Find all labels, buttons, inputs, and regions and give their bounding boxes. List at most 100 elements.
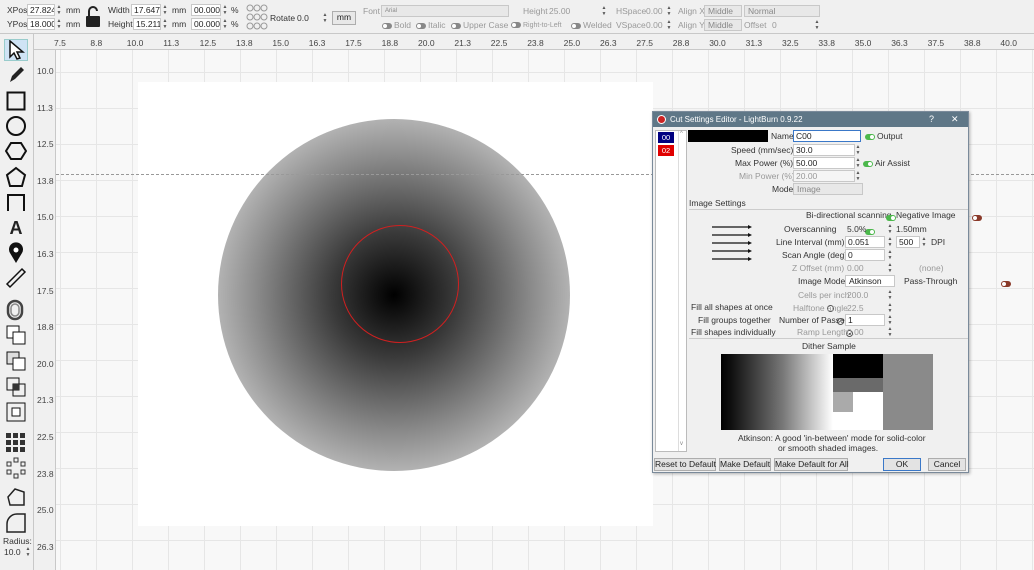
cells-spinner[interactable]: ▲ ▼: [887, 289, 893, 301]
lock-icon[interactable]: [85, 6, 101, 28]
ramp-spinner[interactable]: ▲ ▼: [887, 326, 893, 338]
layer-item-02[interactable]: 02: [658, 145, 674, 156]
selected-circle[interactable]: [341, 225, 459, 343]
cancel-button[interactable]: Cancel: [928, 458, 966, 471]
cells-value[interactable]: 200.0: [847, 290, 868, 301]
ramp-value[interactable]: 0.00: [847, 327, 864, 338]
dpi-spinner[interactable]: ▲ ▼: [921, 236, 927, 248]
height-field[interactable]: 15.211: [133, 18, 161, 30]
layer-list[interactable]: 00 02 ^ v: [655, 130, 687, 452]
reset-default-button[interactable]: Reset to Default: [654, 458, 716, 471]
air-assist-toggle[interactable]: Air Assist: [863, 158, 910, 169]
radius-value[interactable]: 10.0: [4, 547, 21, 558]
line-interval-field[interactable]: 0.051: [845, 236, 885, 248]
node-edit-icon[interactable]: [4, 486, 28, 508]
polygon-icon[interactable]: [4, 140, 28, 162]
text-height-spinner[interactable]: ▲ ▼: [601, 5, 607, 17]
speed-field[interactable]: 30.0: [793, 144, 855, 156]
rotate-value[interactable]: 0.0: [297, 13, 309, 24]
width-spinner[interactable]: ▲ ▼: [162, 4, 168, 16]
xpos-field[interactable]: 27.824: [27, 4, 55, 16]
vspace-spinner[interactable]: ▲ ▼: [666, 19, 672, 31]
boolean-union-icon[interactable]: [4, 324, 28, 346]
italic-toggle[interactable]: Italic: [416, 20, 445, 31]
text-height-value[interactable]: 25.00: [549, 6, 570, 17]
make-default-button[interactable]: Make Default: [719, 458, 771, 471]
welded-toggle[interactable]: Welded: [571, 20, 612, 31]
output-toggle[interactable]: Output: [865, 131, 903, 142]
hspace-spinner[interactable]: ▲ ▼: [666, 5, 672, 17]
location-pin-icon[interactable]: [4, 242, 28, 264]
mode-select[interactable]: Image: [793, 183, 863, 195]
circular-array-icon[interactable]: [4, 457, 28, 479]
pass-through-toggle[interactable]: [1000, 280, 1011, 287]
speed-spinner[interactable]: ▲ ▼: [855, 144, 861, 156]
line-interval-spinner[interactable]: ▲ ▼: [887, 236, 893, 248]
z-offset-value[interactable]: 0.00: [847, 263, 864, 274]
ellipse-icon[interactable]: [4, 115, 28, 137]
radius-spinner[interactable]: ▲ ▼: [25, 546, 31, 558]
min-power-field[interactable]: 20.00: [793, 170, 855, 182]
scale-width-field[interactable]: 00.000: [191, 4, 221, 16]
overscan-spinner[interactable]: ▲ ▼: [887, 223, 893, 235]
text-mode-select[interactable]: Normal: [744, 5, 820, 17]
scale-height-spinner[interactable]: ▲ ▼: [222, 18, 228, 30]
scale-height-field[interactable]: 00.000: [191, 18, 221, 30]
boolean-intersect-icon[interactable]: [4, 376, 28, 398]
layer-color-swatch[interactable]: [688, 130, 768, 142]
rotate-spinner[interactable]: ▲ ▼: [322, 12, 328, 24]
bidir-toggle[interactable]: [886, 214, 896, 221]
make-default-all-button[interactable]: Make Default for All: [774, 458, 849, 471]
width-field[interactable]: 17.647: [131, 4, 161, 16]
z-offset-spinner[interactable]: ▲ ▼: [887, 262, 893, 274]
units-toggle-button[interactable]: mm: [332, 11, 356, 25]
scroll-down-icon[interactable]: v: [680, 441, 683, 447]
offset-icon[interactable]: [4, 299, 28, 321]
max-power-spinner[interactable]: ▲ ▼: [855, 157, 861, 169]
corner-icon[interactable]: [4, 512, 28, 534]
close-icon[interactable]: ✕: [951, 112, 959, 127]
passes-field[interactable]: 1: [845, 314, 885, 326]
dpi-field[interactable]: 500: [896, 236, 920, 248]
halftone-spinner[interactable]: ▲ ▼: [887, 302, 893, 314]
scan-angle-spinner[interactable]: ▲ ▼: [887, 249, 893, 261]
halftone-value[interactable]: 22.5: [847, 303, 864, 314]
select-icon[interactable]: [4, 39, 28, 61]
align-x-select[interactable]: Middle: [704, 5, 742, 17]
bold-toggle[interactable]: Bold: [382, 20, 411, 31]
layer-item-00[interactable]: 00: [658, 132, 674, 143]
rectangle-icon[interactable]: [4, 90, 28, 112]
text-icon[interactable]: A: [4, 217, 28, 239]
offset-value[interactable]: 0: [772, 20, 777, 31]
bracket-icon[interactable]: [4, 192, 28, 214]
passes-spinner[interactable]: ▲ ▼: [887, 314, 893, 326]
max-power-field[interactable]: 50.00: [793, 157, 855, 169]
help-icon[interactable]: ?: [929, 112, 934, 127]
boolean-subtract-icon[interactable]: [4, 350, 28, 372]
xpos-spinner[interactable]: ▲ ▼: [56, 4, 62, 16]
height-spinner[interactable]: ▲ ▼: [162, 18, 168, 30]
pencil-icon[interactable]: [4, 64, 28, 86]
measure-icon[interactable]: [4, 267, 28, 289]
font-select[interactable]: Arial: [381, 5, 509, 17]
offset-spinner[interactable]: ▲ ▼: [814, 19, 820, 31]
scan-angle-field[interactable]: 0: [845, 249, 885, 261]
layer-scrollbar[interactable]: ^ v: [678, 131, 686, 451]
vspace-value[interactable]: 0.00: [646, 20, 663, 31]
name-field[interactable]: C00: [793, 130, 861, 142]
hspace-value[interactable]: 0.00: [646, 6, 663, 17]
scale-width-spinner[interactable]: ▲ ▼: [222, 4, 228, 16]
ypos-spinner[interactable]: ▲ ▼: [56, 18, 62, 30]
upper-case-toggle[interactable]: Upper Case: [451, 20, 508, 31]
overscan-value[interactable]: 5.0%: [847, 224, 866, 235]
scroll-up-icon[interactable]: ^: [680, 131, 683, 137]
pentagon-icon[interactable]: [4, 166, 28, 188]
ok-button[interactable]: OK: [883, 458, 921, 471]
align-y-select[interactable]: Middle: [704, 19, 742, 31]
ypos-field[interactable]: 18.000: [27, 18, 55, 30]
min-power-spinner[interactable]: ▲ ▼: [855, 170, 861, 182]
dialog-titlebar[interactable]: Cut Settings Editor - LightBurn 0.9.22 ?…: [653, 112, 968, 127]
anchor-grid-icon[interactable]: [246, 4, 268, 30]
weld-icon[interactable]: [4, 401, 28, 423]
grid-array-icon[interactable]: [4, 432, 28, 454]
